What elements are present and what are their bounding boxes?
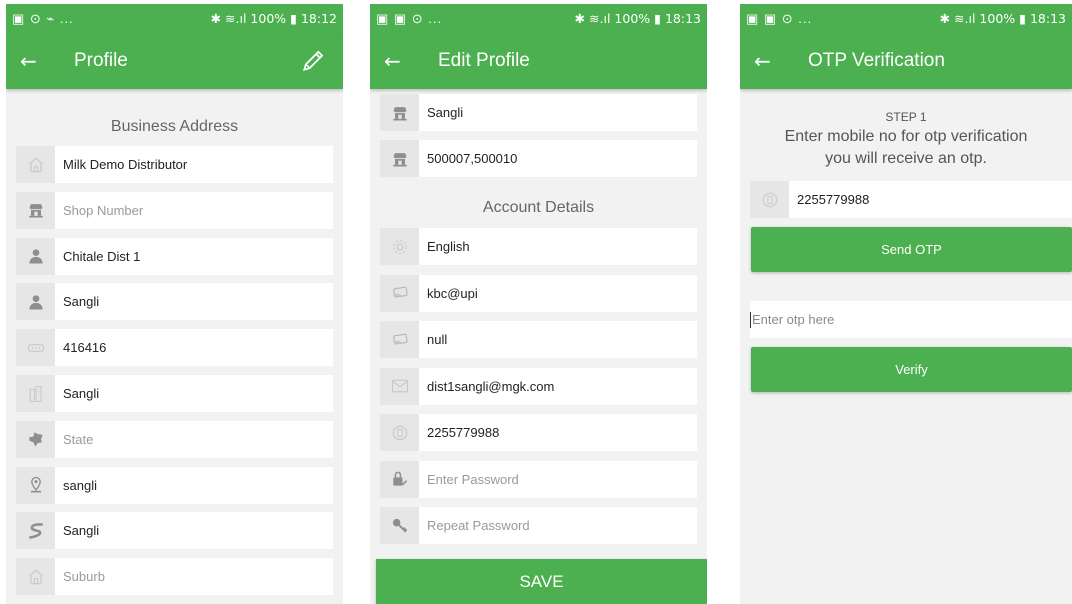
field-value: Chitale Dist 1 [63, 248, 141, 264]
field-value: Sangli [63, 386, 100, 401]
mobile-number-field[interactable]: 2255779988 [750, 181, 1072, 218]
app-bar: ← OTP Verification [740, 33, 1072, 89]
field-value: Sangli [63, 523, 100, 539]
field-value: 500007,500010 [427, 151, 518, 166]
field-placeholder: Shop Number [63, 202, 144, 218]
otp-input[interactable]: Enter otp here [750, 301, 1072, 338]
field-placeholder: Enter Password [427, 471, 519, 487]
home-icon [16, 558, 55, 596]
home-icon [16, 146, 55, 183]
form-field[interactable]: Chitale Dist 1 [16, 237, 333, 275]
field-value: Sangli [63, 294, 100, 310]
form-field[interactable]: null [380, 321, 697, 358]
state-map-icon [16, 420, 55, 458]
form-field[interactable]: State [16, 420, 333, 458]
form-field[interactable]: English [380, 228, 697, 265]
status-bar-notifications: ▣ ▣ ⊙ ... [746, 10, 813, 26]
pin-code-icon [16, 329, 55, 367]
form-field[interactable]: Sangli [16, 512, 333, 550]
field-value: 2255779988 [427, 425, 500, 440]
field-value: dist1sangli@mgk.com [427, 378, 555, 394]
page-title: Edit Profile [438, 50, 530, 71]
save-button[interactable]: SAVE [376, 559, 707, 604]
status-bar-system: ✱ ≋.ıl 100% ▮ 18:12 [210, 11, 337, 26]
shop-icon [380, 140, 419, 177]
back-arrow-icon[interactable]: ← [384, 49, 424, 73]
profile-screen: ▣ ⊙ ⌁ ... ✱ ≋.ıl 100% ▮ 18:12 ← Profile … [6, 4, 343, 604]
step-label: STEP 1 [885, 110, 927, 124]
back-arrow-icon[interactable]: ← [754, 49, 794, 73]
field-value: sangli [63, 477, 97, 493]
app-bar: ← Edit Profile [370, 33, 707, 89]
edit-profile-screen: ▣ ▣ ⊙ ... ✱ ≋.ıl 100% ▮ 18:13 ← Edit Pro… [370, 4, 707, 604]
send-otp-button[interactable]: Send OTP [751, 227, 1072, 272]
section-heading: Account Details [482, 199, 595, 216]
person-icon [16, 237, 55, 275]
form-field[interactable]: Enter Password [380, 460, 697, 498]
form-field[interactable]: Suburb [16, 558, 333, 596]
status-bar-system: ✱ ≋.ıl 100% ▮ 18:13 [939, 11, 1066, 26]
phone-icon [750, 181, 789, 218]
back-arrow-icon[interactable]: ← [20, 49, 60, 73]
status-bar-notifications: ▣ ⊙ ⌁ ... [12, 10, 74, 26]
verify-button[interactable]: Verify [751, 347, 1072, 392]
otp-placeholder: Enter otp here [752, 312, 835, 327]
field-value: null [427, 332, 448, 347]
person-icon [16, 283, 55, 321]
status-bar: ▣ ▣ ⊙ ... ✱ ≋.ıl 100% ▮ 18:13 [740, 4, 1072, 33]
shop-icon [16, 191, 55, 229]
page-title: OTP Verification [808, 50, 945, 71]
pencil-icon[interactable] [301, 47, 329, 75]
field-placeholder: State [63, 431, 94, 447]
road-icon [16, 512, 55, 550]
form-field[interactable]: Repeat Password [380, 507, 697, 544]
form-field[interactable]: Shop Number [16, 191, 333, 229]
page-title: Profile [74, 50, 128, 71]
shop-icon [380, 94, 419, 131]
phone-icon [380, 414, 419, 451]
status-bar: ▣ ⊙ ⌁ ... ✱ ≋.ıl 100% ▮ 18:12 [6, 4, 343, 33]
form-field[interactable]: sangli [16, 466, 333, 504]
text-cursor [750, 311, 751, 328]
city-icon [16, 375, 55, 412]
card-icon [380, 274, 419, 312]
form-field[interactable]: Sangli [16, 375, 333, 412]
form-field[interactable]: Milk Demo Distributor [16, 146, 333, 183]
field-placeholder: Repeat Password [427, 518, 530, 533]
lock-icon [380, 460, 419, 498]
otp-screen: ▣ ▣ ⊙ ... ✱ ≋.ıl 100% ▮ 18:13 ← OTP Veri… [740, 4, 1072, 604]
mobile-number-value: 2255779988 [797, 192, 870, 207]
field-value: Sangli [427, 105, 464, 120]
email-icon [380, 367, 419, 405]
form-field[interactable]: 416416 [16, 329, 333, 367]
form-field[interactable]: 500007,500010 [380, 140, 697, 177]
status-bar-notifications: ▣ ▣ ⊙ ... [376, 10, 443, 26]
gear-icon [380, 228, 419, 265]
status-bar: ▣ ▣ ⊙ ... ✱ ≋.ıl 100% ▮ 18:13 [370, 4, 707, 33]
field-value: English [427, 239, 470, 254]
field-value: kbc@upi [427, 285, 478, 301]
card-icon [380, 321, 419, 358]
form-field[interactable]: 2255779988 [380, 414, 697, 451]
status-bar-system: ✱ ≋.ıl 100% ▮ 18:13 [574, 11, 701, 26]
field-placeholder: Suburb [63, 569, 105, 585]
field-value: Milk Demo Distributor [63, 157, 188, 172]
app-bar: ← Profile [6, 33, 343, 89]
key-icon [380, 507, 419, 544]
location-pin-icon [16, 466, 55, 504]
form-field[interactable]: kbc@upi [380, 274, 697, 312]
section-heading: Business Address [110, 118, 239, 135]
instruction-line-2: you will receive an otp. [825, 150, 987, 167]
field-value: 416416 [63, 340, 107, 356]
form-field[interactable]: dist1sangli@mgk.com [380, 367, 697, 405]
form-field[interactable]: Sangli [380, 94, 697, 131]
instruction-line-1: Enter mobile no for otp verification [784, 128, 1028, 145]
form-field[interactable]: Sangli [16, 283, 333, 321]
